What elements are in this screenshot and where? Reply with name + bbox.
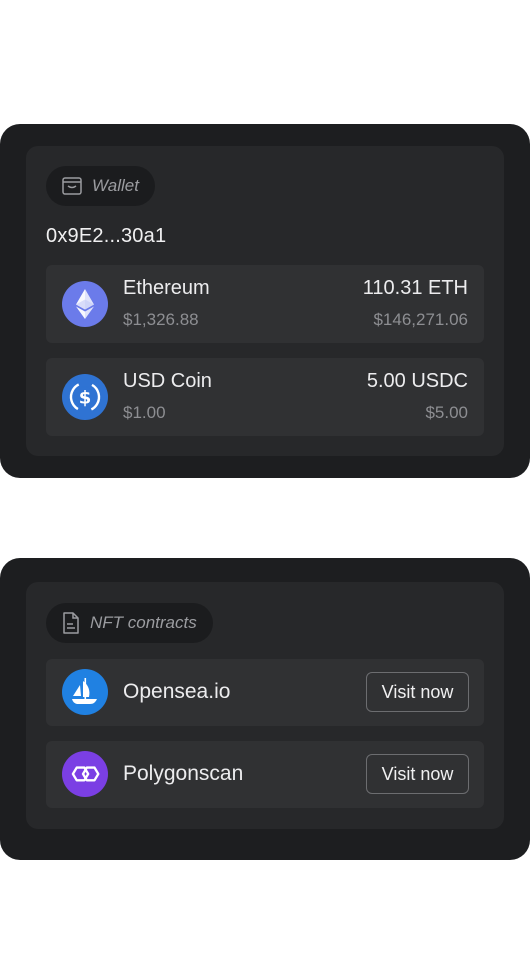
opensea-icon xyxy=(62,669,108,715)
wallet-chip: Wallet xyxy=(46,166,155,206)
polygon-icon xyxy=(62,751,108,797)
wallet-panel: Wallet 0x9E2...30a1 Ethereum $1,326.88 1… xyxy=(26,146,504,456)
nft-chip: NFT contracts xyxy=(46,603,213,643)
token-value: $5.00 xyxy=(425,403,468,422)
svg-text:$: $ xyxy=(79,388,92,409)
token-price: $1,326.88 xyxy=(123,310,199,329)
ethereum-icon xyxy=(62,281,108,327)
visit-opensea-button[interactable]: Visit now xyxy=(366,672,469,712)
document-icon xyxy=(63,612,79,634)
wallet-address[interactable]: 0x9E2...30a1 xyxy=(46,225,166,248)
token-amount: 5.00 USDC xyxy=(366,370,468,392)
wallet-icon xyxy=(62,177,82,195)
token-amount: 110.31 ETH xyxy=(362,277,468,299)
nft-card: NFT contracts Opensea.io Visit now Polyg… xyxy=(0,558,530,860)
nft-name: Polygonscan xyxy=(123,762,244,785)
visit-polygonscan-button[interactable]: Visit now xyxy=(366,754,469,794)
wallet-card: Wallet 0x9E2...30a1 Ethereum $1,326.88 1… xyxy=(0,124,530,478)
token-price: $1.00 xyxy=(123,403,166,422)
token-name: USD Coin xyxy=(123,370,212,392)
usdc-icon: $ xyxy=(62,374,108,420)
nft-name: Opensea.io xyxy=(123,680,231,703)
token-row[interactable]: Ethereum $1,326.88 110.31 ETH $146,271.0… xyxy=(46,265,484,343)
nft-panel: NFT contracts Opensea.io Visit now Polyg… xyxy=(26,582,504,829)
token-value: $146,271.06 xyxy=(373,310,468,329)
token-name: Ethereum xyxy=(123,277,210,299)
token-row[interactable]: $ USD Coin $1.00 5.00 USDC $5.00 xyxy=(46,358,484,436)
wallet-chip-label: Wallet xyxy=(92,176,139,195)
nft-chip-label: NFT contracts xyxy=(90,613,197,632)
nft-row: Opensea.io Visit now xyxy=(46,659,484,726)
nft-row: Polygonscan Visit now xyxy=(46,741,484,808)
